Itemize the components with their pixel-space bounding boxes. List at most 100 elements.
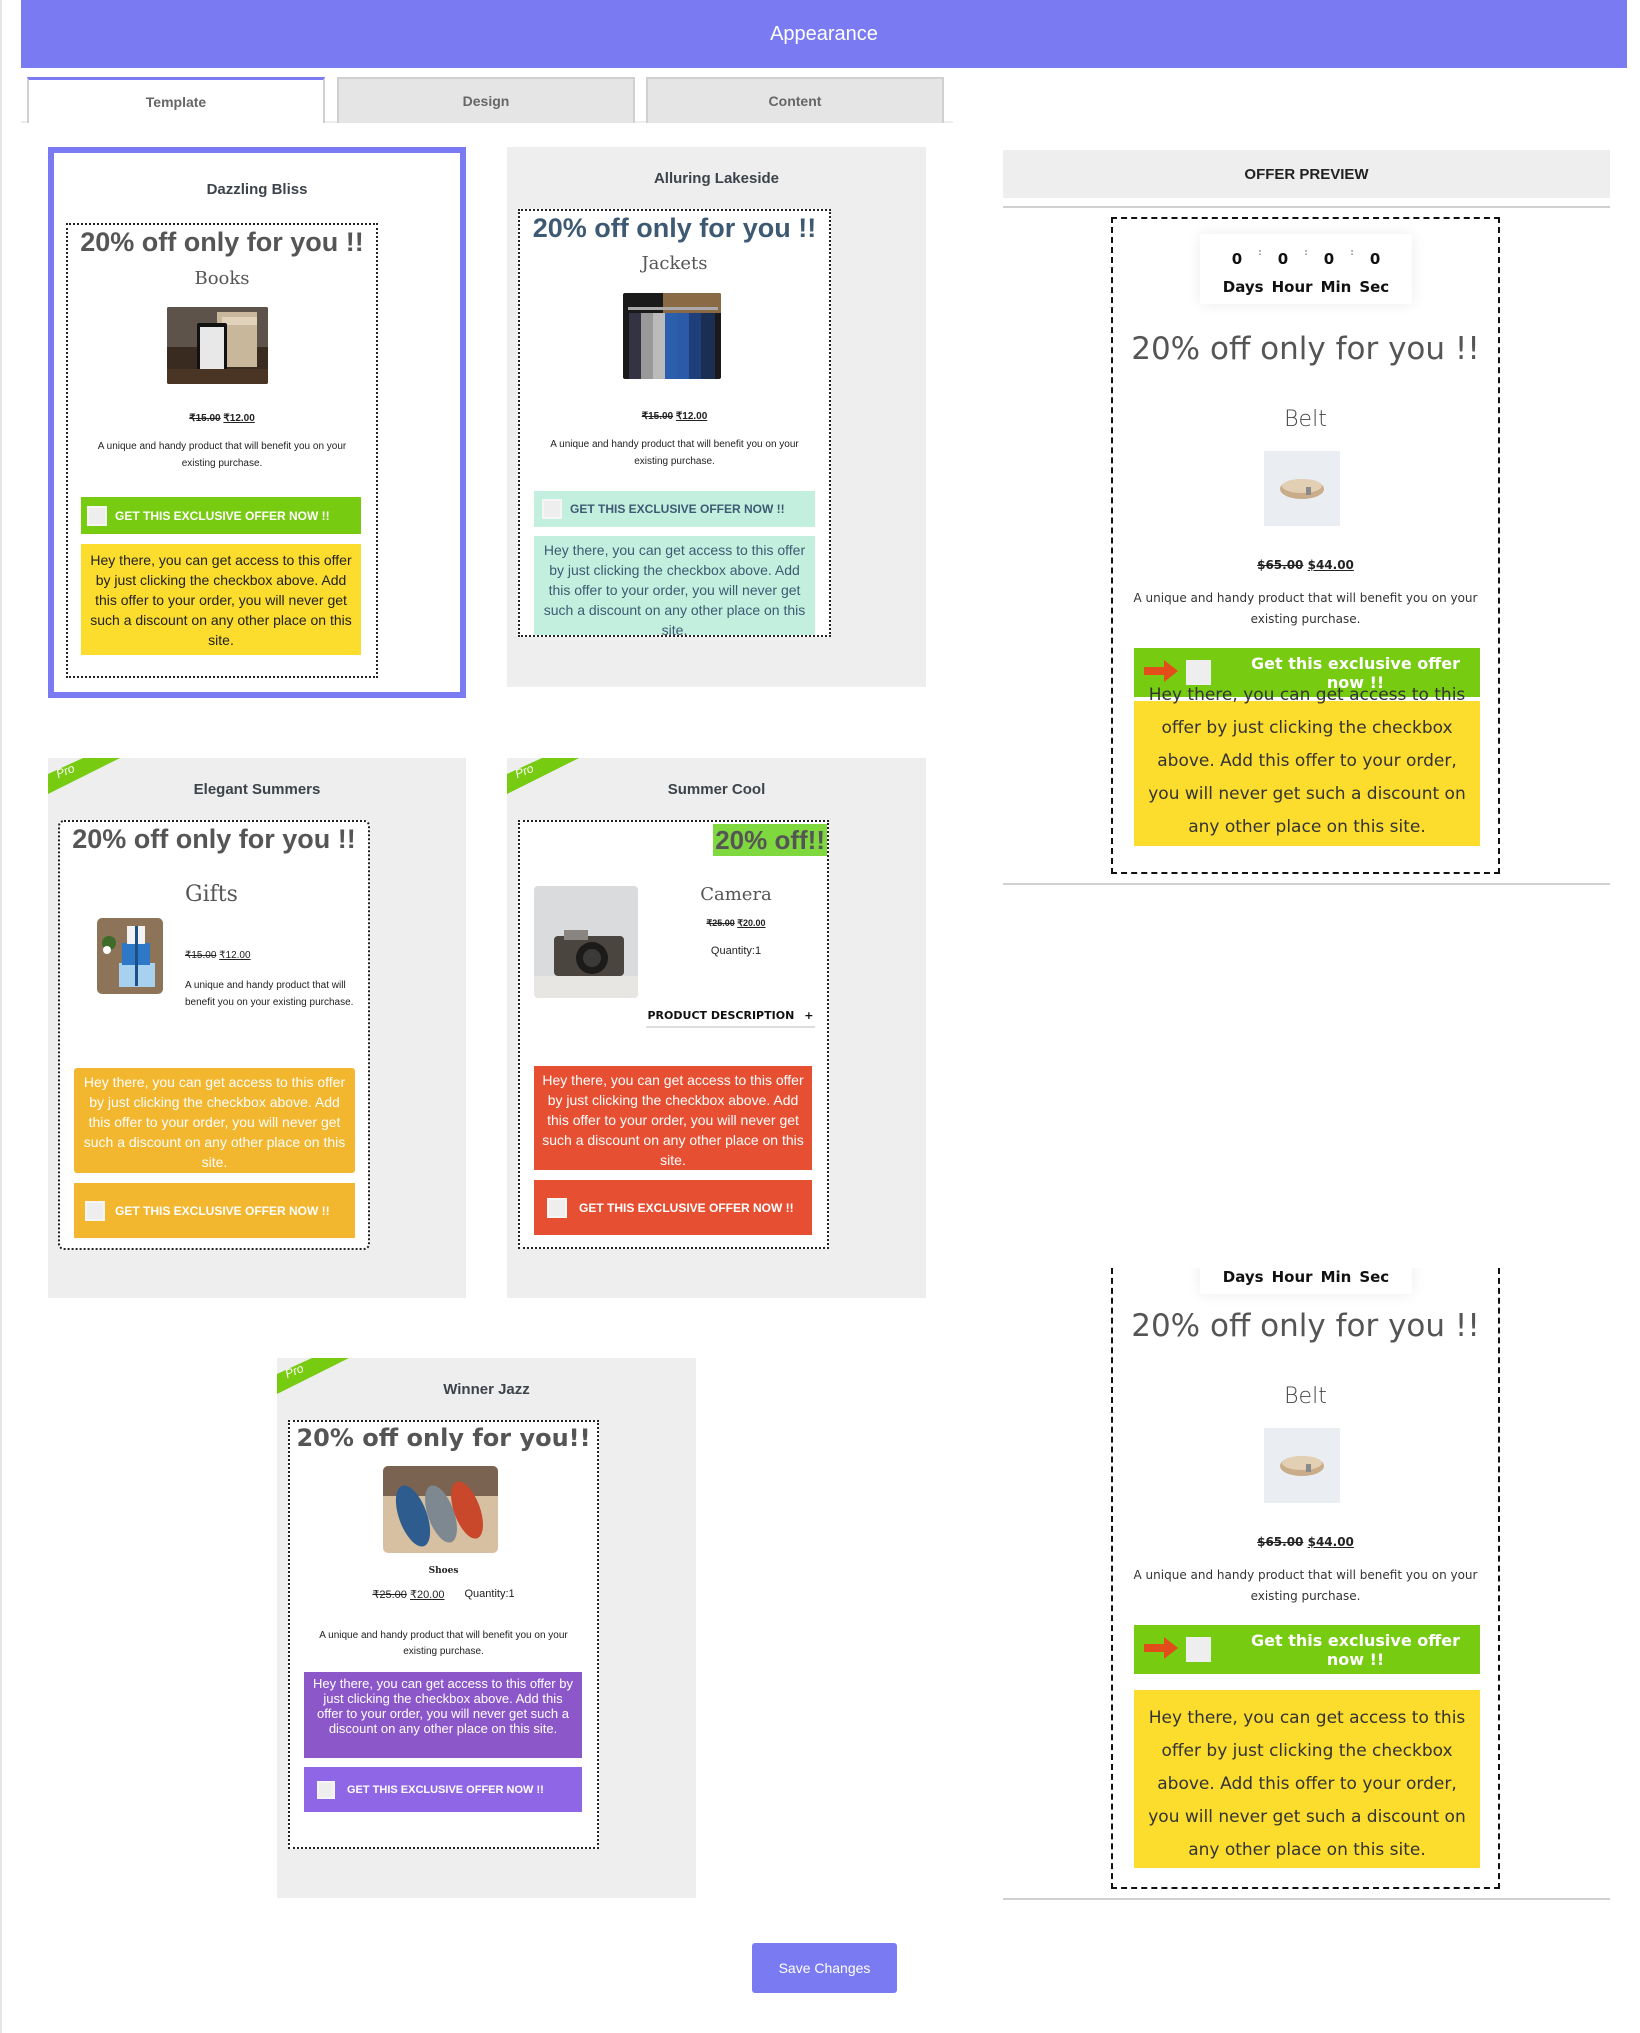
countdown-label-hour: Hour xyxy=(1271,278,1313,296)
template-card-winner-jazz[interactable]: Pro Winner Jazz 20% off only for you!! S… xyxy=(277,1358,696,1898)
page-title: Appearance xyxy=(770,22,878,45)
preview-divider xyxy=(1003,1898,1610,1900)
template-card-dazzling-bliss[interactable]: Dazzling Bliss 20% off only for you !! B… xyxy=(48,147,466,698)
template-name: Alluring Lakeside xyxy=(653,170,780,187)
arrow-right-icon xyxy=(1144,1636,1178,1663)
product-description: A unique and handy product that will ben… xyxy=(97,441,347,469)
template-thumbnail: 20% off only for you!! Shoes ₹25.00 ₹20.… xyxy=(288,1420,599,1849)
countdown-labels: Days Hour Min Sec xyxy=(1200,1268,1412,1286)
offer-message: Hey there, you can get access to this of… xyxy=(534,536,815,635)
product-description-accordion[interactable]: PRODUCT DESCRIPTION + xyxy=(646,1004,815,1028)
preview-message: Hey there, you can get access to this of… xyxy=(1134,1690,1480,1868)
template-card-alluring-lakeside[interactable]: Alluring Lakeside 20% off only for you !… xyxy=(507,147,926,687)
countdown-label-hour: Hour xyxy=(1271,1268,1313,1286)
template-name: Dazzling Bliss xyxy=(206,181,308,198)
preview-headline: 20% off only for you !! xyxy=(1131,1308,1480,1344)
offer-checkbox xyxy=(542,499,562,519)
countdown-separator: : xyxy=(1304,248,1308,258)
template-card-summer-cool[interactable]: Pro Summer Cool 20% off!! Camera ₹25.00 … xyxy=(507,758,926,1298)
product-description: A unique and handy product that will ben… xyxy=(185,980,354,1008)
offer-cta: GET THIS EXCLUSIVE OFFER NOW !! xyxy=(534,1180,812,1235)
offer-checkbox xyxy=(87,505,107,526)
countdown-separator: : xyxy=(1258,248,1262,258)
offer-preview-box: 0 : 0 : 0 : 0 Days Hour Min Sec 20% off … xyxy=(1111,217,1500,874)
tab-design[interactable]: Design xyxy=(337,77,635,123)
save-changes-button[interactable]: Save Changes xyxy=(752,1943,897,1993)
preview-message-text: Hey there, you can get access to this of… xyxy=(1148,685,1466,837)
tab-content[interactable]: Content xyxy=(646,77,944,123)
countdown-label-min: Min xyxy=(1320,278,1352,296)
product-name: Shoes xyxy=(428,1566,459,1576)
countdown-label-sec: Sec xyxy=(1359,278,1390,296)
offer-cta: GET THIS EXCLUSIVE OFFER NOW !! xyxy=(81,497,361,534)
product-description: A unique and handy product that will ben… xyxy=(550,439,799,467)
template-thumbnail: 20% off only for you !! Jackets ₹15.00 ₹… xyxy=(518,209,831,637)
cta-label: GET THIS EXCLUSIVE OFFER NOW !! xyxy=(115,1203,330,1218)
offer-preview-header: OFFER PREVIEW xyxy=(1003,150,1610,198)
price: ₹25.00 ₹20.00 xyxy=(372,1588,444,1601)
offer-message: Hey there, you can get access to this of… xyxy=(304,1672,582,1758)
cta-label: GET THIS EXCLUSIVE OFFER NOW !! xyxy=(347,1783,544,1796)
preview-product-name: Belt xyxy=(1284,1384,1327,1409)
offer-message: Hey there, you can get access to this of… xyxy=(81,544,361,655)
offer-checkbox[interactable] xyxy=(1186,1637,1211,1662)
old-price: ₹15.00 xyxy=(189,413,221,424)
offer-headline: 20% off only for you !! xyxy=(532,213,817,243)
old-price: ₹25.00 xyxy=(706,918,735,928)
sale-price: ₹12.00 xyxy=(223,413,255,424)
old-price: ₹15.00 xyxy=(185,950,217,961)
quantity: Quantity:1 xyxy=(710,945,762,957)
template-card-elegant-summers[interactable]: Pro Elegant Summers 20% off only for you… xyxy=(48,758,466,1298)
template-name: Winner Jazz xyxy=(443,1381,530,1398)
preview-offer-cta[interactable]: Get this exclusive offer now !! xyxy=(1134,1625,1480,1674)
sale-price: $44.00 xyxy=(1307,558,1354,572)
product-description: A unique and handy product that will ben… xyxy=(319,1630,568,1657)
countdown-label-days: Days xyxy=(1222,278,1264,296)
page-left-edge xyxy=(0,0,2,2033)
template-name: Summer Cool xyxy=(667,781,766,798)
price: ₹25.00 ₹20.00 xyxy=(645,918,827,929)
accordion-label: PRODUCT DESCRIPTION xyxy=(647,1008,795,1022)
offer-cta: GET THIS EXCLUSIVE OFFER NOW !! xyxy=(74,1183,355,1238)
product-image-shoes xyxy=(383,1466,498,1553)
template-thumbnail: 20% off only for you !! Gifts ₹15.00 ₹12… xyxy=(58,820,370,1250)
old-price: $65.00 xyxy=(1257,1535,1304,1549)
template-thumbnail: 20% off!! Camera ₹25.00 ₹20.00 Quantity:… xyxy=(518,820,829,1249)
offer-checkbox xyxy=(547,1197,567,1218)
offer-message: Hey there, you can get access to this of… xyxy=(74,1068,355,1173)
product-image-belt xyxy=(1264,451,1340,526)
app-header: Appearance xyxy=(21,0,1627,68)
product-image-gifts xyxy=(97,918,163,994)
countdown-labels: Days Hour Min Sec xyxy=(1200,278,1412,296)
old-price: ₹15.00 xyxy=(641,411,674,422)
product-name: Books xyxy=(194,268,250,289)
quantity: Quantity:1 xyxy=(464,1588,515,1600)
offer-preview-title: OFFER PREVIEW xyxy=(1244,165,1369,183)
countdown-label-days: Days xyxy=(1222,1268,1264,1286)
cta-label: Get this exclusive offer now !! xyxy=(1251,1630,1460,1669)
offer-cta: GET THIS EXCLUSIVE OFFER NOW !! xyxy=(534,491,815,527)
plus-icon: + xyxy=(804,1008,814,1022)
tab-label: Design xyxy=(462,93,510,109)
preview-message: Hey there, you can get access to this of… xyxy=(1134,685,1480,846)
offer-preview-box-sticky: Days Hour Min Sec 20% off only for you !… xyxy=(1111,1268,1500,1889)
tab-template[interactable]: Template xyxy=(27,77,325,123)
price: ₹15.00 ₹12.00 xyxy=(185,950,251,961)
product-name: Camera xyxy=(700,884,772,905)
countdown-timer: 0 : 0 : 0 : 0 Days Hour Min Sec xyxy=(1200,234,1412,304)
countdown-days: 0 xyxy=(1231,250,1243,268)
countdown-label-sec: Sec xyxy=(1359,1268,1390,1286)
product-image-belt xyxy=(1264,1428,1340,1503)
preview-product-name: Belt xyxy=(1284,407,1327,432)
tab-bar: Template Design Content xyxy=(21,77,953,123)
offer-headline: 20% off only for you !! xyxy=(80,227,364,257)
tab-label: Content xyxy=(768,93,822,109)
cta-label: GET THIS EXCLUSIVE OFFER NOW !! xyxy=(579,1200,794,1215)
countdown-label-min: Min xyxy=(1320,1268,1352,1286)
preview-description: A unique and handy product that will ben… xyxy=(1133,591,1478,626)
sale-price: ₹12.00 xyxy=(675,411,708,422)
old-price: $65.00 xyxy=(1257,558,1304,572)
price: ₹15.00 ₹12.00 xyxy=(68,413,376,424)
sale-price: ₹20.00 xyxy=(409,1589,445,1601)
preview-headline: 20% off only for you !! xyxy=(1131,331,1480,367)
